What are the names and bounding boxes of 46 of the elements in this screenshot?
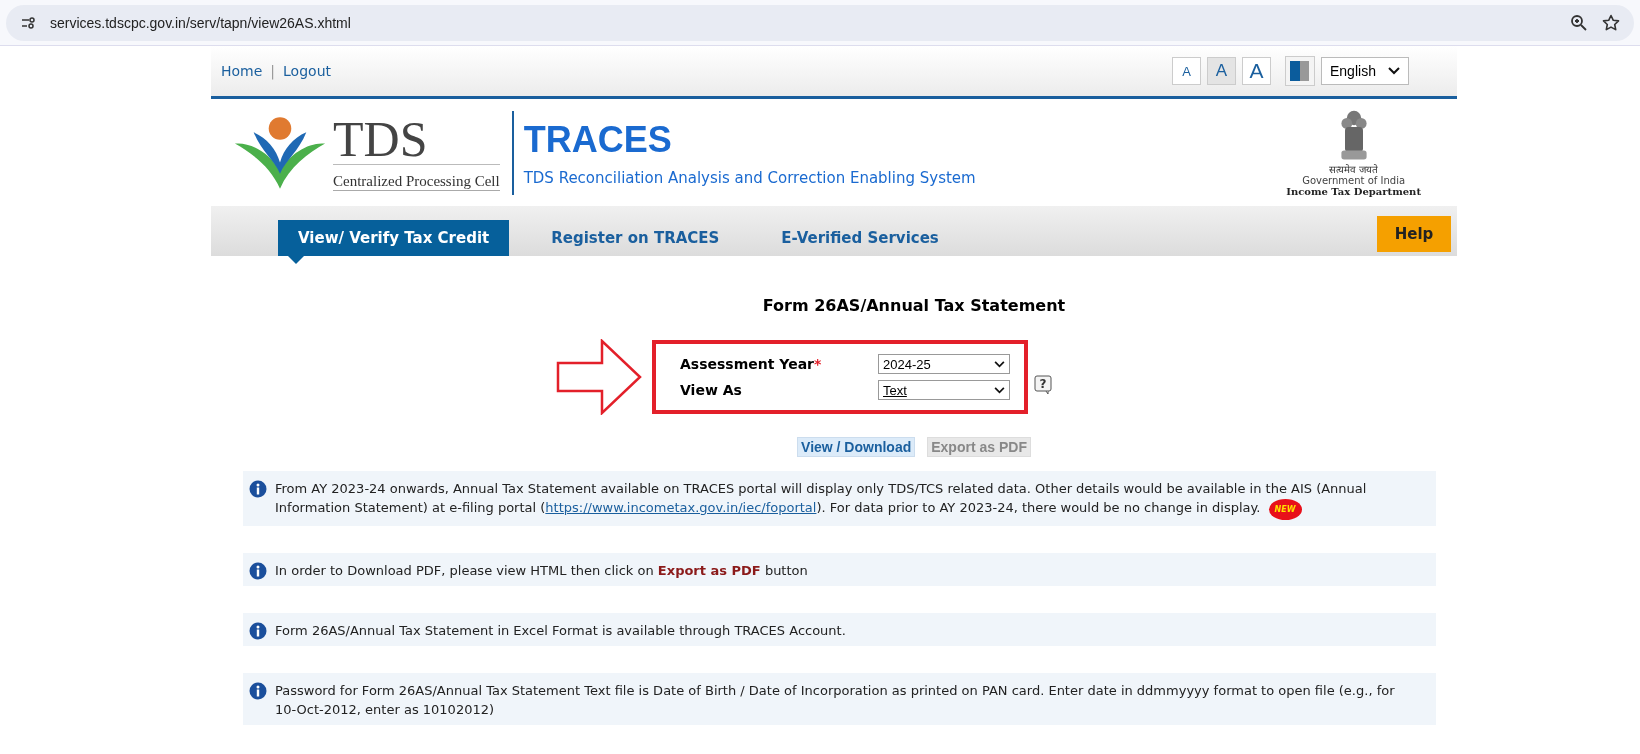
- emblem-motto: सत्यमेव जयते: [1329, 164, 1379, 175]
- info-icon: [249, 682, 267, 700]
- logo-text: TDS: [333, 114, 429, 164]
- new-badge: NEW: [1268, 499, 1302, 520]
- nav-tab[interactable]: E-Verified Services: [761, 220, 959, 256]
- note-text: In order to Download PDF, please view HTML then click on Export as PDF button: [275, 562, 808, 580]
- note-text: Form 26AS/Annual Tax Statement in Excel Format is available through TRACES Account.: [275, 622, 846, 640]
- site-title: TRACES: [523, 118, 673, 161]
- contrast-icon: [1290, 61, 1310, 81]
- chevron-down-icon: [994, 386, 1005, 394]
- language-select[interactable]: English: [1321, 57, 1409, 85]
- url-text: services.tdscpc.gov.in/serv/tapn/view26AS.xhtml: [50, 14, 351, 31]
- site-settings-icon[interactable]: [20, 14, 36, 31]
- select-field[interactable]: 2024-25: [878, 354, 1010, 374]
- help-button[interactable]: Help: [1377, 216, 1451, 252]
- tds-leaf-logo-icon: [233, 114, 327, 191]
- info-icon: [249, 480, 267, 498]
- home-link[interactable]: Home: [221, 63, 263, 79]
- font-size-button[interactable]: A: [1172, 57, 1201, 85]
- page-title: Form 26AS/Annual Tax Statement: [761, 296, 1067, 315]
- note-text: Password for Form 26AS/Annual Tax Statement Text file is Date of Birth / Date of Incorporation as printed on PAN card. Enter date in ddmmyyyy format to open file (e.g., for 10-Oct-2012, enter as 10102012): [275, 682, 1396, 719]
- field-label: View As: [680, 382, 742, 398]
- bookmark-star-icon[interactable]: [1602, 13, 1620, 32]
- nav-tab[interactable]: View/ Verify Tax Credit: [278, 220, 510, 264]
- chevron-down-icon: [1388, 67, 1400, 75]
- chevron-down-icon: [994, 360, 1005, 368]
- emblem-caption: Government of India: [1302, 175, 1406, 186]
- separator: |: [270, 63, 276, 79]
- address-bar[interactable]: services.tdscpc.gov.in/serv/tapn/view26AS.xhtml: [6, 4, 1634, 41]
- field-label: Assessment Year*: [680, 356, 822, 372]
- zoom-icon[interactable]: [1570, 13, 1588, 32]
- logout-link[interactable]: Logout: [283, 63, 331, 79]
- nav-tab[interactable]: Register on TRACES: [531, 220, 740, 256]
- info-icon: [249, 562, 267, 580]
- help-icon[interactable]: ?: [1034, 375, 1052, 395]
- logo-caption: Centralized Processing Cell: [333, 164, 500, 190]
- portal-link[interactable]: https://www.incometax.gov.in/iec/foportal: [545, 500, 817, 515]
- info-icon: [249, 622, 267, 640]
- department-name: Income Tax Department: [1286, 186, 1421, 197]
- action-button[interactable]: View / Download: [797, 437, 916, 457]
- font-size-button[interactable]: A: [1242, 57, 1271, 85]
- contrast-button[interactable]: [1285, 56, 1315, 86]
- site-subtitle: TDS Reconciliation Analysis and Correction Enabling System: [523, 168, 976, 187]
- font-size-button[interactable]: A: [1207, 57, 1236, 85]
- select-field[interactable]: Text: [878, 380, 1010, 400]
- note-text: From AY 2023-24 onwards, Annual Tax Statement available on TRACES portal will display only TDS/TCS related data. Other details would be available in the AIS (Annual Information Statement) at e-filing portal (https://www.incometax.gov.in/iec/foportal). For data prior to AY 2023-24, there would be no change in display. NEW: [275, 479, 1396, 520]
